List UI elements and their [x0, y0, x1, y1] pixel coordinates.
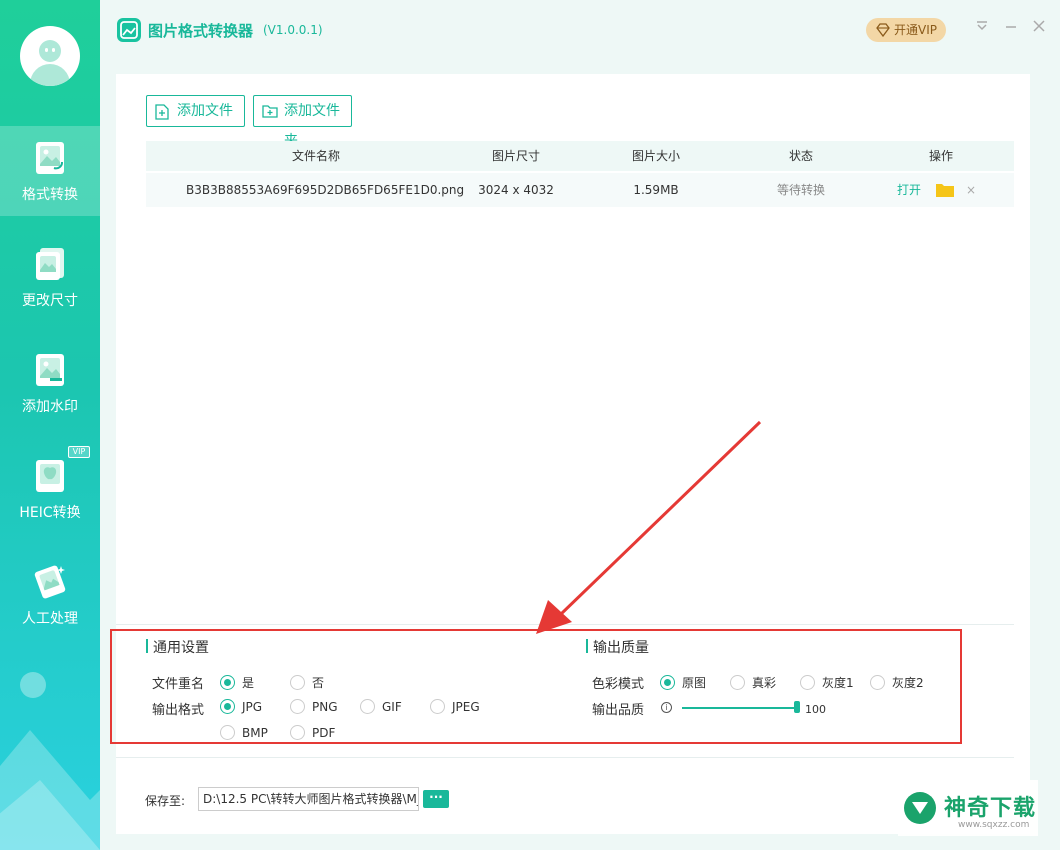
vip-button-label: 开通VIP [894, 23, 937, 37]
sidebar: 格式转换 更改尺寸 添加水印 VIP HEIC转换 人工处理 [0, 0, 100, 850]
image-watermark-icon [36, 354, 64, 386]
image-resize-icon [36, 248, 64, 280]
manual-process-icon [34, 565, 66, 599]
file-size: 1.59MB [633, 183, 679, 197]
app-logo-icon [117, 18, 141, 42]
divider [116, 757, 1014, 758]
sidebar-item-label: 更改尺寸 [22, 293, 78, 309]
diamond-icon [876, 23, 890, 37]
avatar[interactable] [20, 26, 80, 86]
sidebar-item-resize[interactable]: 更改尺寸 [0, 232, 100, 322]
divider [116, 624, 1014, 625]
watermark-url: www.sqxzz.com [958, 820, 1030, 830]
table-header: 文件名称 图片尺寸 图片大小 状态 操作 [146, 141, 1014, 171]
column-header-status: 状态 [788, 149, 813, 163]
app-title: 图片格式转换器 [148, 22, 254, 40]
decoration-circle [20, 672, 46, 698]
save-to-label: 保存至: [145, 794, 186, 808]
column-header-name: 文件名称 [291, 149, 340, 163]
heic-icon [36, 460, 64, 492]
open-file-link[interactable]: 打开 [897, 173, 921, 207]
add-file-label: 添加文件 [177, 103, 233, 119]
delete-file-button[interactable]: × [966, 173, 976, 207]
sidebar-item-label: 人工处理 [22, 611, 78, 627]
save-path-field[interactable]: D:\12.5 PC\转转大师图片格式转换器\M_ [198, 787, 419, 811]
close-icon[interactable] [1031, 20, 1047, 36]
title-bar: 图片格式转换器 (V1.0.0.1) 开通VIP [100, 0, 1060, 62]
vip-badge: VIP [68, 446, 90, 458]
add-file-button[interactable]: 添加文件 [146, 95, 245, 127]
sidebar-item-label: 添加水印 [22, 399, 78, 415]
add-folder-button[interactable]: 添加文件夹 [253, 95, 352, 149]
image-convert-icon [36, 142, 64, 174]
decoration-mountains [0, 730, 100, 850]
sidebar-item-label: HEIC转换 [19, 505, 81, 521]
column-header-actions: 操作 [928, 149, 953, 163]
sidebar-item-manual[interactable]: 人工处理 [0, 550, 100, 640]
file-name: B3B3B88553A69F695D2DB65FD65FE1D0.png [186, 183, 465, 197]
file-table: 文件名称 图片尺寸 图片大小 状态 操作 B3B3B88553A69F695D2… [146, 141, 1014, 207]
file-status: 等待转换 [776, 183, 825, 197]
watermark-text: 神奇下载 [944, 796, 1037, 821]
sidebar-item-format-convert[interactable]: 格式转换 [0, 126, 100, 216]
watermark-logo-icon [904, 792, 936, 824]
sidebar-item-heic[interactable]: VIP HEIC转换 [0, 444, 100, 534]
highlight-box [110, 629, 962, 744]
add-file-icon [155, 104, 169, 120]
folder-icon[interactable] [936, 183, 954, 197]
file-dimensions: 3024 x 4032 [478, 183, 554, 197]
add-folder-icon [262, 105, 278, 118]
site-watermark: 神奇下载 www.sqxzz.com [898, 780, 1038, 836]
vip-button[interactable]: 开通VIP [866, 18, 946, 42]
minimize-icon[interactable] [1003, 20, 1019, 36]
menu-dropdown-icon[interactable] [974, 20, 990, 36]
browse-button[interactable]: ··· [423, 790, 449, 808]
column-header-dimensions: 图片尺寸 [491, 149, 540, 163]
app-version: (V1.0.0.1) [263, 23, 323, 37]
sidebar-item-watermark[interactable]: 添加水印 [0, 338, 100, 428]
column-header-size: 图片大小 [631, 149, 680, 163]
table-row[interactable]: B3B3B88553A69F695D2DB65FD65FE1D0.png 302… [146, 173, 1014, 207]
sidebar-item-label: 格式转换 [22, 187, 78, 203]
